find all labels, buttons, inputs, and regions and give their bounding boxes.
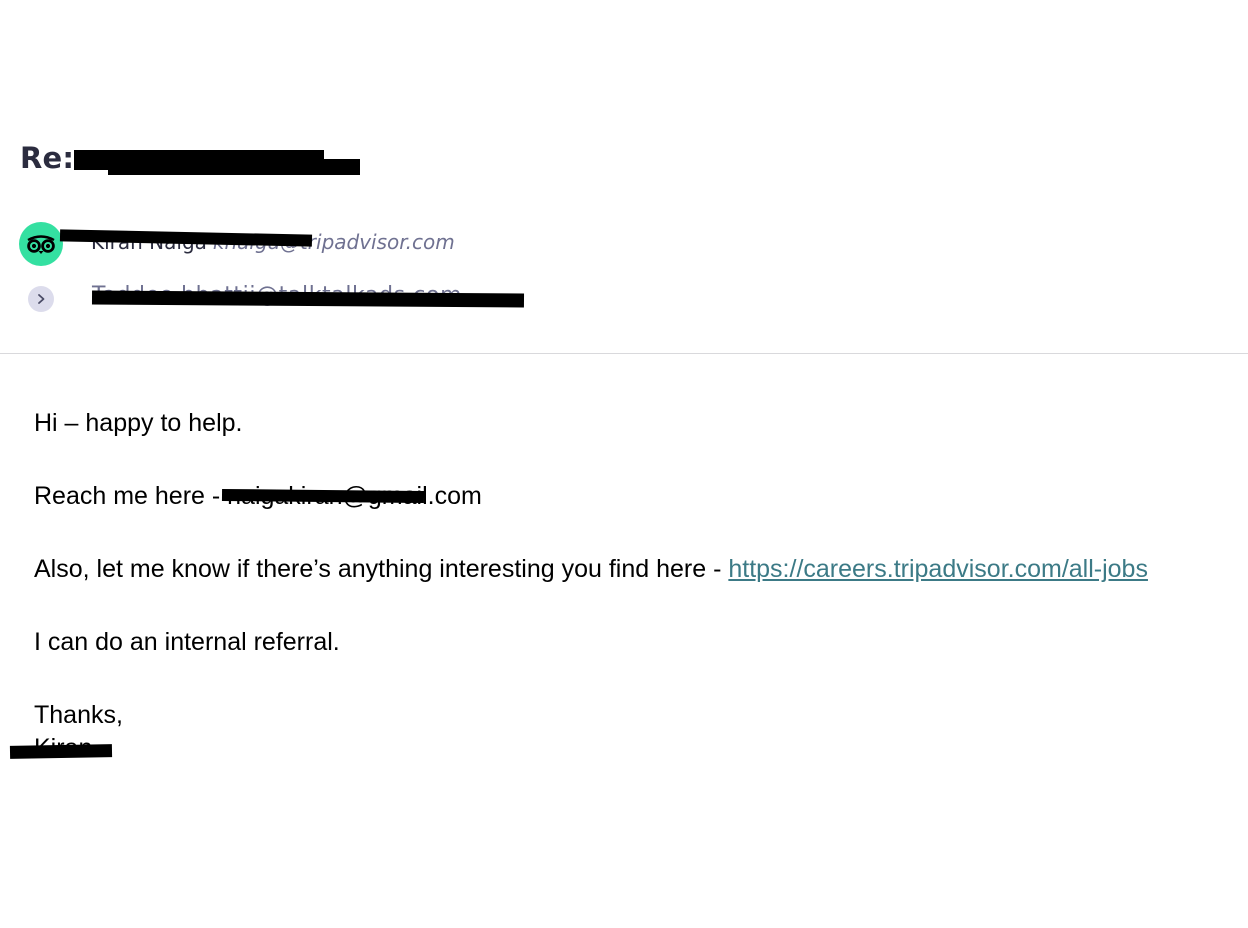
chevron-right-icon xyxy=(38,294,45,304)
reach-email-redaction xyxy=(221,488,425,504)
signature: Kiran xyxy=(34,732,1234,765)
careers-text: Also, let me know if there’s anything in… xyxy=(34,555,729,583)
sender-avatar xyxy=(19,222,63,266)
reach-paragraph: Reach me here - naigakiran@gmail.com xyxy=(34,480,1234,513)
tripadvisor-owl-icon xyxy=(27,235,55,254)
referral-paragraph: I can do an internal referral. xyxy=(34,628,340,656)
signature-redaction xyxy=(9,744,113,759)
subject-redaction xyxy=(108,159,360,175)
greeting-paragraph: Hi – happy to help. xyxy=(34,409,243,437)
email-body: Hi – happy to help. Reach me here - naig… xyxy=(34,407,1234,765)
careers-link[interactable]: https://careers.tripadvisor.com/all-jobs xyxy=(728,555,1148,583)
recipients-expand-button[interactable] xyxy=(28,286,54,312)
email-header: Re: co Kiran Naigaknaiga@tripadvisor.com… xyxy=(0,0,1248,354)
careers-paragraph: Also, let me know if there’s anything in… xyxy=(34,553,1234,586)
reach-prefix: Reach me here - xyxy=(34,482,228,510)
signoff: Thanks, xyxy=(34,701,123,729)
header-divider xyxy=(0,353,1248,354)
